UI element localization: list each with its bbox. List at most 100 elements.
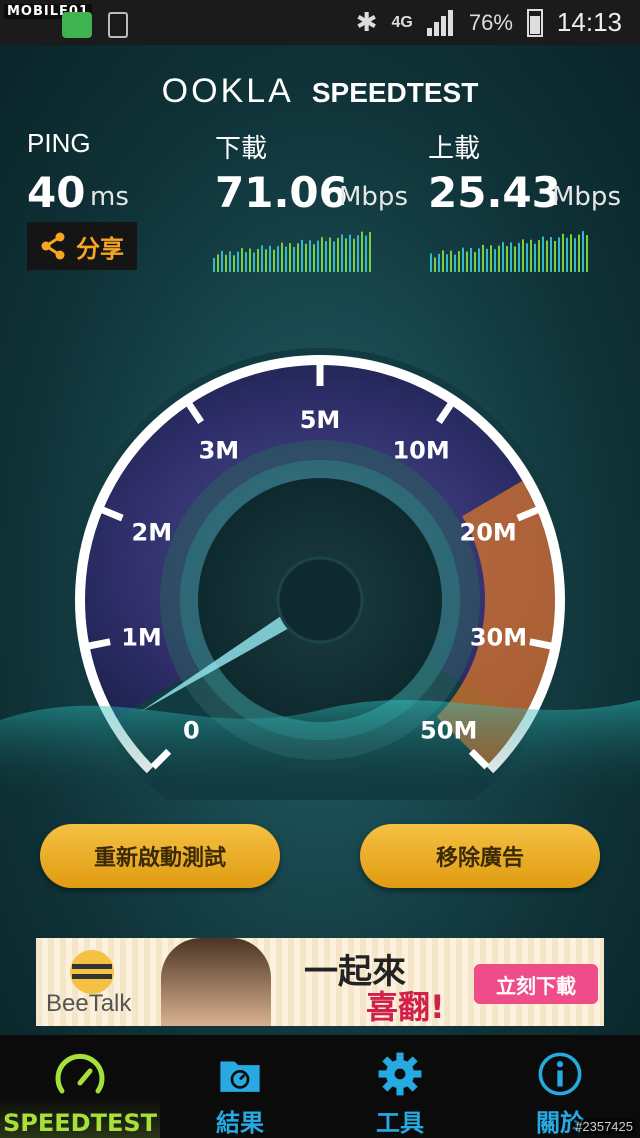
info-icon xyxy=(538,1052,582,1096)
ad-brand: BeeTalk xyxy=(46,990,132,1017)
download-value: 71.06 xyxy=(215,168,348,217)
sparkline-bar xyxy=(478,248,480,272)
sparkline-bar xyxy=(482,244,484,272)
ad-headline-2: 喜翻! xyxy=(366,988,445,1026)
ping-label: PING xyxy=(27,128,91,158)
sparkline-bar xyxy=(321,237,323,272)
bottom-tab-bar: SPEEDTEST 結果 工具 關於 #2357425 xyxy=(0,1035,640,1138)
gauge-tick-label: 10M xyxy=(392,437,449,465)
download-sparkline xyxy=(213,231,371,272)
gear-icon xyxy=(378,1052,422,1096)
sparkline-bar xyxy=(494,249,496,272)
download-label: 下載 xyxy=(215,133,268,163)
sparkline-bar xyxy=(486,248,488,272)
sparkline-bar xyxy=(345,238,347,272)
network-type: 4G xyxy=(391,13,413,31)
tab-speedtest[interactable]: SPEEDTEST xyxy=(0,1035,160,1138)
share-label: 分享 xyxy=(76,234,124,263)
phone-notification-icon xyxy=(108,12,128,38)
sparkline-bar xyxy=(566,237,568,272)
gauge-tick xyxy=(87,638,111,650)
signal-icon xyxy=(426,9,455,36)
sparkline-bar xyxy=(273,249,275,272)
sparkline-bar xyxy=(574,238,576,272)
sparkline-bar xyxy=(241,248,243,272)
sparkline-bar xyxy=(337,237,339,272)
sparkline-bar xyxy=(466,251,468,272)
sparkline-bar xyxy=(542,236,544,272)
upload-label: 上載 xyxy=(428,133,481,163)
sparkline-bar xyxy=(261,245,263,272)
sparkline-bar xyxy=(442,250,444,272)
brand-ookla: OOKLA xyxy=(161,72,294,110)
sparkline-bar xyxy=(333,241,335,272)
app-logo: OOKLA SPEEDTEST xyxy=(0,72,640,111)
remove-ads-button[interactable]: 移除廣告 xyxy=(360,824,600,888)
gauge-tick-label: 1M xyxy=(121,624,162,652)
sparkline-bar xyxy=(313,244,315,272)
sparkline-bar xyxy=(538,240,540,272)
sparkline-bar xyxy=(305,243,307,272)
sparkline-bar xyxy=(514,246,516,272)
sparkline-bar xyxy=(498,245,500,272)
sparkline-bar xyxy=(349,234,351,272)
sparkline-bar xyxy=(257,248,259,272)
sparkline-bar xyxy=(213,258,215,272)
sparkline-bar xyxy=(550,237,552,272)
status-icons: ✱ 4G 76% 14:13 xyxy=(356,0,622,45)
sparkline-bar xyxy=(522,239,524,272)
sparkline-bar xyxy=(361,231,363,272)
sparkline-bar xyxy=(329,237,331,272)
battery-icon xyxy=(526,8,543,37)
sparkline-bar xyxy=(458,251,460,272)
sparkline-bar xyxy=(289,243,291,272)
image-credit: #2357425 xyxy=(572,1119,636,1134)
sparkline-bar xyxy=(454,254,456,272)
ad-banner[interactable]: BeeTalk 一起來 喜翻! 立刻下載 xyxy=(36,938,604,1026)
sparkline-bar xyxy=(281,242,283,272)
sparkline-bar xyxy=(369,232,371,272)
tab-label: 工具 xyxy=(376,1109,424,1137)
folder-icon xyxy=(220,1061,260,1092)
bluetooth-icon: ✱ xyxy=(355,7,378,37)
gauge-hub xyxy=(276,556,364,644)
upload-sparkline xyxy=(430,231,588,272)
sparkline-bar xyxy=(225,254,227,272)
sparkline-bar xyxy=(490,245,492,272)
tab-tools[interactable]: 工具 xyxy=(320,1035,480,1138)
sparkline-bar xyxy=(530,239,532,272)
sparkline-bar xyxy=(293,247,295,272)
sparkline-bar xyxy=(438,253,440,272)
restart-test-button[interactable]: 重新啟動測試 xyxy=(40,824,280,888)
sparkline-bar xyxy=(474,251,476,272)
battery-percent: 76% xyxy=(468,9,513,35)
sparkline-bar xyxy=(317,240,319,272)
sparkline-bar xyxy=(450,250,452,272)
sparkline-bar xyxy=(586,235,588,272)
sparkline-bar xyxy=(285,246,287,272)
gauge-tick-label: 20M xyxy=(460,518,517,546)
sparkline-bar xyxy=(217,254,219,272)
tab-label: SPEEDTEST xyxy=(2,1109,157,1137)
gauge-tick-label: 0 xyxy=(183,717,200,745)
ad-download-button[interactable]: 立刻下載 xyxy=(474,964,598,1004)
sparkline-bar xyxy=(506,246,508,272)
tab-label: 結果 xyxy=(216,1109,264,1137)
ping-unit: ms xyxy=(90,182,129,212)
sparkline-bar xyxy=(462,247,464,272)
sparkline-bar xyxy=(253,252,255,272)
sparkline-bar xyxy=(341,234,343,272)
line-app-icon xyxy=(62,12,92,38)
sparkline-bar xyxy=(470,248,472,272)
sparkline-bar xyxy=(554,240,556,272)
sparkline-bar xyxy=(518,242,520,272)
gauge-tick-label: 30M xyxy=(470,624,527,652)
gauge-tick xyxy=(529,638,553,650)
tab-results[interactable]: 結果 xyxy=(160,1035,320,1138)
upload-unit: Mbps xyxy=(552,182,621,212)
sparkline-bar xyxy=(301,239,303,272)
share-button[interactable]: 分享 xyxy=(27,222,137,270)
sparkline-bar xyxy=(430,253,432,272)
ping-value: 40 xyxy=(27,168,86,217)
sparkline-bar xyxy=(534,243,536,272)
